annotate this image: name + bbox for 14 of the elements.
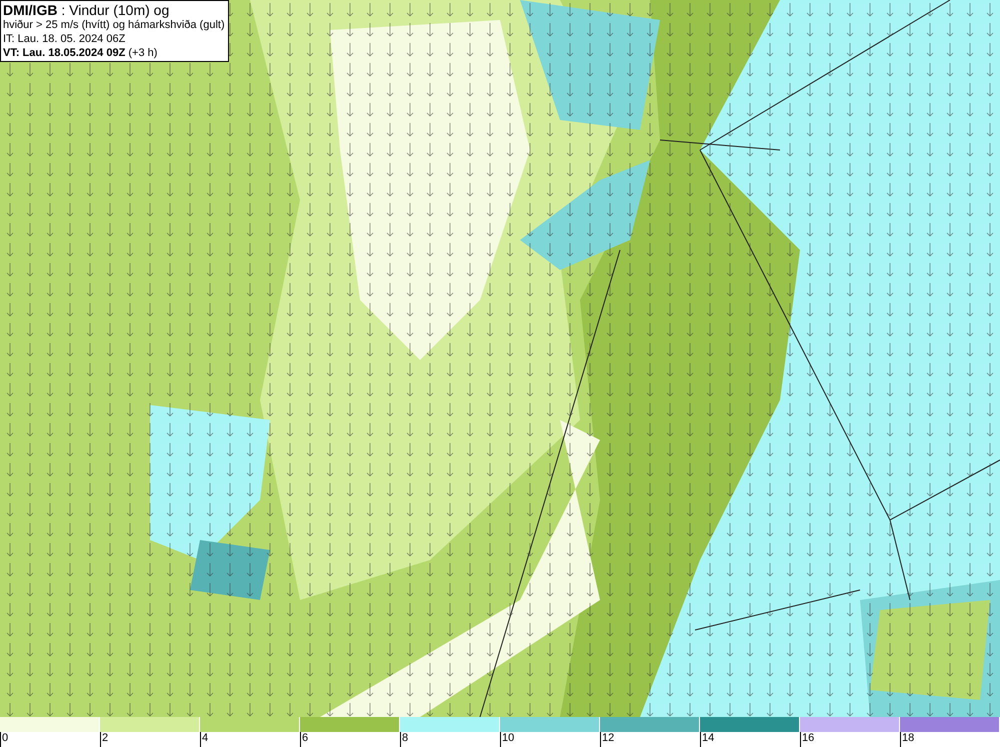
legend-tick-label: 18 (901, 732, 914, 745)
title-line: IT: Lau. 18. 05. 2024 06Z (3, 32, 126, 46)
title-line: DMI/IGB : Vindur (10m) og (3, 2, 170, 18)
legend-tick-label: 2 (101, 732, 108, 745)
legend-tick-label: 10 (501, 732, 514, 745)
title-line: VT: Lau. 18.05.2024 09Z (+3 h) (3, 46, 158, 60)
legend-tick-label: 0 (1, 732, 8, 745)
legend-tick-label: 8 (401, 732, 408, 745)
legend-tick-label: 16 (801, 732, 814, 745)
legend-tick-label: 6 (301, 732, 308, 745)
legend-tick-label: 4 (201, 732, 208, 745)
title-line: hviður > 25 m/s (hvítt) og hámarkshviða (gult) (3, 18, 226, 32)
legend-tick-label: 14 (701, 732, 714, 745)
legend-tick-label: 12 (601, 732, 614, 745)
